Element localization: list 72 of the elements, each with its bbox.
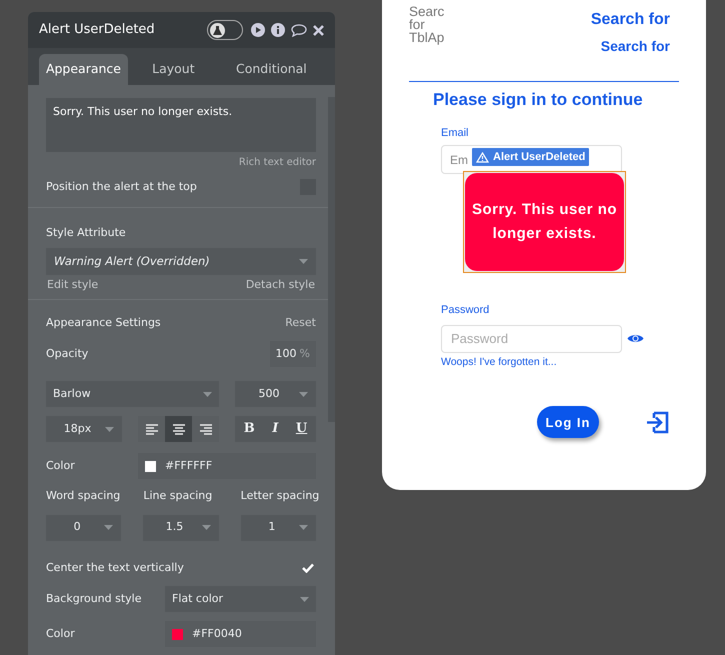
comment-icon[interactable] — [291, 24, 307, 36]
caret-icon — [299, 259, 308, 264]
field-label: Background style — [46, 590, 142, 607]
caret-icon — [202, 525, 211, 530]
tab[interactable]: Conditional — [218, 54, 324, 85]
close-icon[interactable] — [313, 24, 324, 36]
field-label: Line spacing — [143, 488, 214, 504]
flask-icon — [213, 26, 222, 34]
field-label: Opacity — [46, 346, 88, 362]
password-field[interactable]: Password — [441, 324, 622, 352]
color-field[interactable]: #FFFFFF — [138, 453, 316, 479]
section-label: Appearance Settings — [46, 314, 161, 330]
caret-icon — [104, 525, 114, 530]
toggle-switch[interactable] — [207, 20, 243, 40]
detach-style-link[interactable]: Detach style — [246, 277, 315, 294]
unit-label: % — [300, 346, 310, 362]
field-label: Word spacing — [46, 488, 122, 504]
opacity-field[interactable]: 100 % — [270, 341, 316, 367]
tab[interactable]: Layout — [128, 54, 219, 85]
field-label: Password — [441, 303, 490, 318]
caret-icon — [300, 596, 309, 602]
opacity-value: 100 — [276, 346, 297, 362]
caret-icon — [299, 525, 308, 530]
caret-icon — [203, 392, 212, 396]
header-text: for — [409, 18, 426, 31]
align-right-button[interactable] — [192, 416, 219, 442]
checkbox-label: Position the alert at the top — [46, 179, 197, 195]
forgot-password-link[interactable]: Woops! I've forgotten it... — [441, 354, 557, 370]
header-text: TblAp — [409, 31, 444, 44]
caret-icon — [105, 426, 114, 432]
bold-button[interactable]: B — [244, 419, 255, 439]
spacing-dropdown[interactable]: 0 — [46, 514, 122, 540]
info-icon[interactable] — [271, 23, 285, 37]
align-center-button[interactable] — [165, 416, 192, 442]
scrollbar[interactable] — [328, 97, 335, 422]
login-button[interactable]: Log In — [537, 406, 599, 438]
sign-in-heading: Please sign in to continue — [433, 89, 644, 111]
text-editor-field[interactable]: Sorry. This user no longer exists. — [46, 98, 316, 152]
spacing-dropdown[interactable]: 1 — [240, 514, 316, 540]
font-size-dropdown[interactable]: 18px — [46, 416, 122, 442]
font-weight-dropdown[interactable]: 500 — [235, 381, 316, 407]
element-label-badge: Alert UserDeleted — [472, 148, 590, 166]
italic-button[interactable]: I — [272, 419, 278, 439]
login-icon[interactable] — [645, 410, 670, 435]
reset-link[interactable]: Reset — [285, 314, 316, 331]
warning-icon — [476, 152, 489, 162]
field-label: Color — [46, 626, 76, 642]
align-right-icon — [200, 424, 212, 434]
header-text: Searc — [409, 5, 444, 18]
checkbox-label: Center the text vertically — [46, 560, 184, 576]
background-style-dropdown[interactable]: Flat color — [165, 586, 316, 612]
spacing-dropdown[interactable]: 1.5 — [143, 514, 219, 540]
align-center-icon — [172, 424, 184, 434]
tab[interactable]: Appearance — [39, 54, 128, 85]
edit-style-link[interactable]: Edit style — [47, 277, 98, 294]
section-label: Style Attribute — [46, 224, 127, 240]
style-dropdown[interactable]: Warning Alert (Overridden) — [46, 248, 316, 275]
align-left-icon — [146, 424, 158, 434]
play-icon[interactable] — [251, 23, 265, 37]
alert-box: Sorry. This user no longer exists. — [465, 173, 624, 271]
field-label: Color — [46, 458, 76, 474]
font-family-dropdown[interactable]: Barlow — [46, 381, 219, 407]
header-link[interactable]: Search for — [600, 36, 670, 57]
caret-icon — [299, 392, 308, 396]
color-field[interactable]: #FF0040 — [165, 621, 316, 647]
header-link[interactable]: Search for — [590, 8, 670, 32]
underline-button[interactable]: U — [296, 419, 308, 439]
align-left-button[interactable] — [138, 416, 165, 442]
panel-title: Alert UserDeleted — [39, 21, 156, 40]
eye-icon[interactable] — [627, 333, 644, 344]
field-label: Letter spacing — [240, 488, 316, 504]
field-label: Email — [441, 126, 470, 140]
